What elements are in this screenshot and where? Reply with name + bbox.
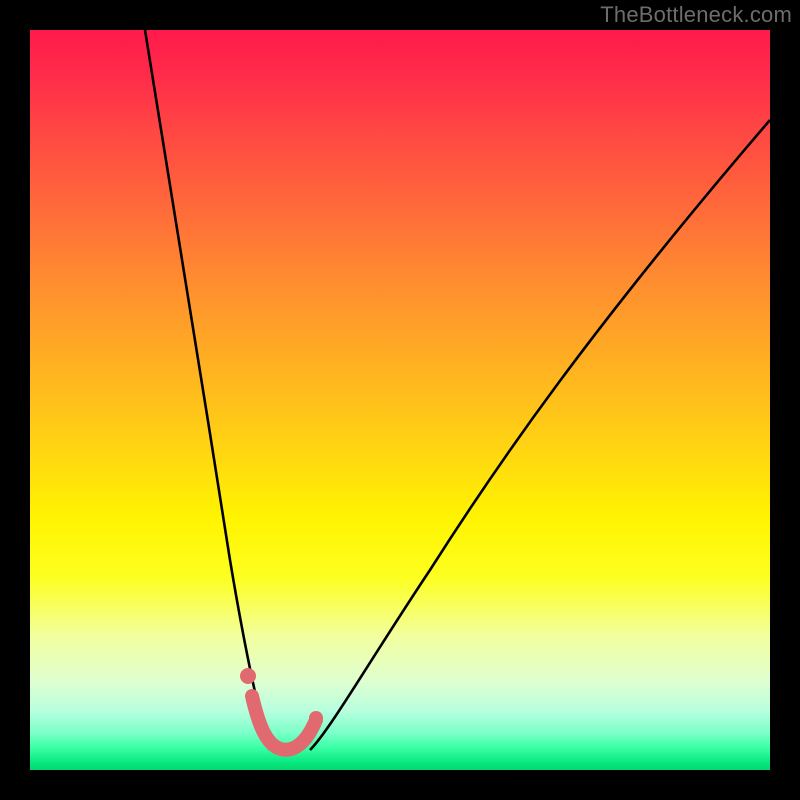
chart-svg [30, 30, 770, 770]
chart-stage: TheBottleneck.com [0, 0, 800, 800]
watermark-text: TheBottleneck.com [600, 2, 792, 28]
sweet-marker-right [309, 711, 323, 725]
sweet-band-path [252, 696, 316, 750]
curve-right-path [310, 120, 770, 750]
sweet-marker-left [240, 668, 256, 684]
plot-area [30, 30, 770, 770]
curve-left-path [145, 30, 270, 750]
